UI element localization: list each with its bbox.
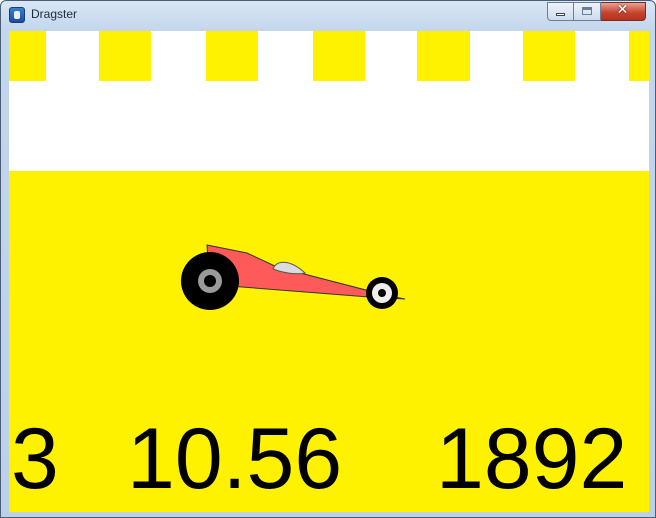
close-icon: ✕: [616, 2, 629, 18]
dragster-app-icon[interactable]: [9, 7, 25, 23]
front-wheel: [366, 277, 398, 309]
maximize-icon: [582, 7, 592, 15]
title-bar[interactable]: Dragster ✕: [1, 1, 655, 29]
rear-wheel: [181, 252, 239, 310]
close-button[interactable]: ✕: [601, 2, 646, 21]
engine-rpm: 1892: [436, 411, 628, 507]
minimize-icon: [556, 13, 565, 16]
game-canvas[interactable]: 3 10.56 1892: [9, 31, 649, 512]
app-window: Dragster ✕ 3 10.56 1892: [0, 0, 656, 518]
minimize-button[interactable]: [547, 2, 574, 21]
lap-counter: 3: [11, 411, 59, 507]
window-title: Dragster: [31, 7, 78, 21]
maximize-button[interactable]: [574, 2, 601, 21]
elapsed-time: 10.56: [127, 411, 343, 507]
